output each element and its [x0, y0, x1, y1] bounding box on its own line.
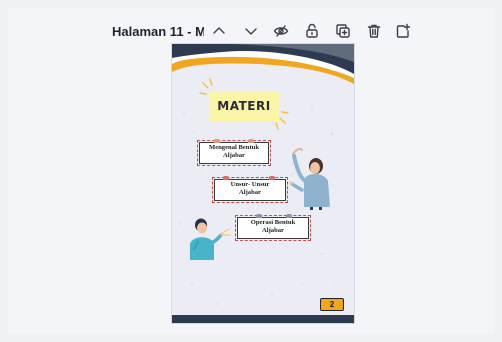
man-illustration	[190, 218, 231, 260]
unlock-icon	[306, 23, 318, 38]
page-canvas[interactable]: MATERI Mengenal Bentuk Aljabar Unsur- Un…	[172, 44, 354, 323]
page-title[interactable]: Halaman 11 - Ma	[112, 20, 204, 44]
add-page-icon	[396, 23, 411, 38]
delete-page-button[interactable]	[365, 22, 383, 40]
page-toolbar: Halaman 11 - Ma	[112, 20, 204, 44]
pin-icon	[248, 139, 254, 143]
pin-icon	[223, 176, 229, 180]
topic-card-3-line2: Aljabar	[262, 227, 284, 234]
chevron-up-icon	[213, 27, 225, 34]
page-number-badge: 2	[320, 298, 344, 311]
add-page-button[interactable]	[394, 22, 412, 40]
topic-card-2-line1: Unsur- Unsur	[230, 181, 270, 188]
move-page-up-button[interactable]	[210, 22, 228, 40]
topic-card-1[interactable]: Mengenal Bentuk Aljabar	[197, 139, 271, 166]
duplicate-icon	[336, 24, 350, 38]
move-page-down-button[interactable]	[242, 22, 260, 40]
pin-icon	[214, 139, 220, 143]
lock-page-button[interactable]	[303, 22, 321, 40]
hide-icon	[273, 25, 289, 37]
woman-illustration	[289, 147, 330, 210]
materi-heading: MATERI	[217, 99, 271, 113]
topic-card-1-line2: Aljabar	[223, 152, 245, 159]
hide-page-button[interactable]	[272, 22, 290, 40]
pin-icon	[256, 214, 262, 218]
duplicate-page-button[interactable]	[334, 22, 352, 40]
topic-card-3[interactable]: Operasi Bentuk Aljabar	[235, 214, 311, 241]
footer-band	[172, 315, 354, 323]
pin-icon	[286, 214, 292, 218]
topic-card-1-line1: Mengenal Bentuk	[208, 144, 259, 151]
trash-icon	[367, 24, 381, 38]
materi-heading-box[interactable]: MATERI	[209, 91, 279, 121]
topic-card-3-line1: Operasi Bentuk	[250, 219, 296, 226]
chevron-down-icon	[245, 28, 257, 35]
pin-icon	[269, 176, 275, 180]
topic-card-2[interactable]: Unsur- Unsur Aljabar	[212, 176, 288, 203]
topic-card-2-line2: Aljabar	[239, 189, 261, 196]
